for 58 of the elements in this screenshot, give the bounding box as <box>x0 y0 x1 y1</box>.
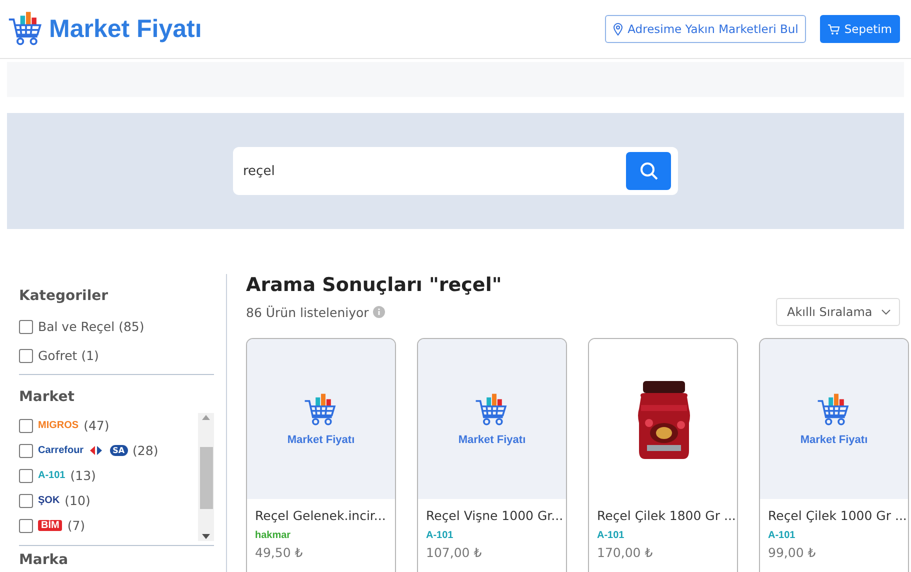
nearby-markets-button[interactable]: Adresime Yakın Marketleri Bul <box>604 15 806 43</box>
scroll-up-icon <box>202 415 210 420</box>
product-name: Reçel Gelenek.incir... <box>255 508 387 523</box>
market-logo: A-101 <box>38 470 66 481</box>
market-logo: MIGROS <box>38 420 79 431</box>
filter-heading: Kategoriler <box>19 288 110 304</box>
market-count: (28) <box>132 443 158 458</box>
checkbox[interactable] <box>19 320 33 334</box>
market-logo: A-101 <box>768 530 796 541</box>
logo-text: Market Fiyatı <box>49 14 202 44</box>
product-card[interactable]: Market Fiyatı Reçel Vişne 1000 Gr... A-101 107,00 ₺ <box>417 338 567 572</box>
product-price: 49,50 ₺ <box>255 545 304 560</box>
checkbox[interactable] <box>19 348 33 362</box>
product-card[interactable]: Market Fiyatı Reçel Çilek 1000 Gr ... A-101 99,00 ₺ <box>759 338 909 572</box>
cart-icon <box>828 24 840 34</box>
market-logo: ŞOK <box>38 495 60 506</box>
checkbox[interactable] <box>19 518 33 532</box>
checkbox[interactable] <box>19 468 33 482</box>
cart-button[interactable]: Sepetim <box>820 15 900 43</box>
checkbox[interactable] <box>19 494 33 508</box>
category-label: Gofret (1) <box>38 348 99 363</box>
placeholder-logo-text: Market Fiyatı <box>800 434 868 446</box>
product-card[interactable]: Reçel Çilek 1800 Gr ... A-101 170,00 ₺ <box>588 338 738 572</box>
market-count: (47) <box>84 418 110 433</box>
scrollbar[interactable] <box>198 413 214 541</box>
info-icon <box>372 306 385 318</box>
search-button[interactable] <box>626 152 671 190</box>
search-icon <box>640 162 658 180</box>
market-badge: SA <box>110 445 128 456</box>
sort-dropdown[interactable]: Akıllı Sıralama <box>776 298 900 326</box>
category-label: Bal ve Reçel (85) <box>38 319 144 334</box>
placeholder-logo-text: Market Fiyatı <box>287 434 355 446</box>
product-name: Reçel Çilek 1800 Gr ... <box>597 508 737 523</box>
market-logo: BİM <box>38 520 62 531</box>
product-card[interactable]: Market Fiyatı Reçel Gelenek.incir... hakmar 49,50 ₺ <box>246 338 396 572</box>
market-logo: hakmar <box>255 530 291 541</box>
product-price: 99,00 ₺ <box>768 545 817 560</box>
market-count: (10) <box>64 493 90 508</box>
search-field[interactable]: reçel <box>233 147 678 195</box>
filter-heading: Marka <box>19 552 70 568</box>
scroll-down-icon <box>202 534 210 539</box>
checkbox[interactable] <box>19 444 33 458</box>
result-count: 86 Ürün listeleniyor <box>246 304 369 320</box>
product-price: 107,00 ₺ <box>426 545 483 560</box>
product-name: Reçel Vişne 1000 Gr... <box>426 508 564 523</box>
results-title: Arama Sonuçları "reçel" <box>246 274 503 296</box>
placeholder-logo-text: Market Fiyatı <box>458 434 526 446</box>
filter-heading: Market <box>19 389 76 405</box>
market-logo: A-101 <box>426 530 454 541</box>
market-logo: A-101 <box>597 530 624 541</box>
market-count: (7) <box>67 518 86 533</box>
location-pin-icon <box>612 22 623 36</box>
chevron-down-icon <box>881 309 891 315</box>
product-price: 170,00 ₺ <box>597 545 654 560</box>
checkbox[interactable] <box>19 418 33 432</box>
market-logo: Carrefour <box>38 445 84 456</box>
market-count: (13) <box>70 468 96 483</box>
product-name: Reçel Çilek 1000 Gr ... <box>768 508 908 523</box>
